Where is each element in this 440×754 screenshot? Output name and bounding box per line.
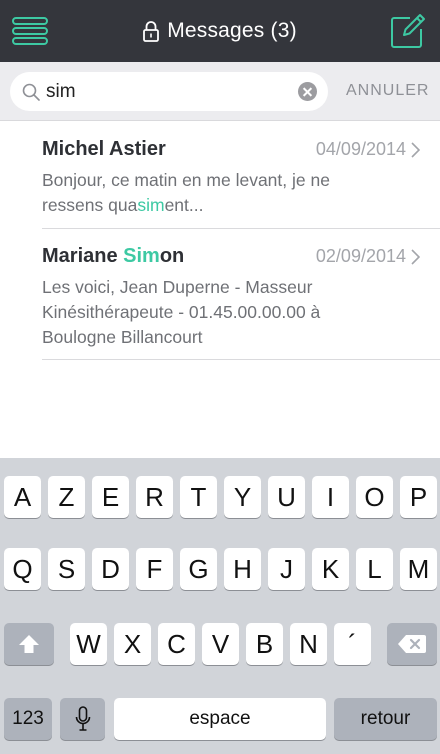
key-c[interactable]: C (158, 623, 195, 665)
key-k[interactable]: K (312, 548, 349, 590)
key-i[interactable]: I (312, 476, 349, 518)
message-item[interactable]: Michel Astier 04/09/2014 Bonjour, ce mat… (42, 122, 440, 229)
key-s[interactable]: S (48, 548, 85, 590)
search-match: Sim (123, 245, 160, 267)
key-r[interactable]: R (136, 476, 173, 518)
key-d[interactable]: D (92, 548, 129, 590)
key-p[interactable]: P (400, 476, 437, 518)
numbers-key[interactable]: 123 (4, 698, 52, 740)
clear-icon[interactable] (298, 82, 317, 101)
search-field[interactable] (10, 72, 328, 111)
key-l[interactable]: L (356, 548, 393, 590)
search-match: sim (137, 195, 165, 215)
backspace-key[interactable] (387, 623, 437, 665)
page-title: Messages (3) (167, 19, 297, 42)
microphone-icon (75, 706, 90, 731)
message-list: Michel Astier 04/09/2014 Bonjour, ce mat… (0, 122, 440, 360)
key-x[interactable]: X (114, 623, 151, 665)
lock-icon (143, 21, 160, 42)
key-g[interactable]: G (180, 548, 217, 590)
key-m[interactable]: M (400, 548, 437, 590)
hamburger-menu-icon[interactable] (12, 16, 48, 46)
key-e[interactable]: E (92, 476, 129, 518)
shift-key[interactable] (4, 623, 54, 665)
key-u[interactable]: U (268, 476, 305, 518)
key-v[interactable]: V (202, 623, 239, 665)
message-date: 04/09/2014 (315, 139, 406, 159)
chevron-right-icon (411, 249, 420, 265)
space-key[interactable]: espace (114, 698, 326, 740)
key-z[interactable]: Z (48, 476, 85, 518)
key-b[interactable]: B (246, 623, 283, 665)
key-acute-accent[interactable]: ´ (334, 623, 371, 665)
backspace-icon (398, 635, 426, 653)
cancel-button[interactable]: ANNULER (346, 82, 429, 100)
key-f[interactable]: F (136, 548, 173, 590)
search-input[interactable] (46, 76, 296, 107)
key-t[interactable]: T (180, 476, 217, 518)
chevron-right-icon (411, 142, 420, 158)
nav-bar: Messages (3) (0, 0, 440, 62)
key-n[interactable]: N (290, 623, 327, 665)
key-y[interactable]: Y (224, 476, 261, 518)
message-date: 02/09/2014 (315, 246, 406, 266)
key-j[interactable]: J (268, 548, 305, 590)
key-q[interactable]: Q (4, 548, 41, 590)
keyboard: A Z E R T Y U I O P Q S D F G H J K L M … (0, 458, 440, 754)
key-a[interactable]: A (4, 476, 41, 518)
shift-icon (19, 635, 39, 653)
message-preview: Bonjour, ce matin en me levant, je ne re… (42, 170, 330, 215)
key-o[interactable]: O (356, 476, 393, 518)
message-sender: Mariane Simon (42, 245, 185, 267)
compose-icon[interactable] (390, 13, 426, 49)
message-item[interactable]: Mariane Simon 02/09/2014 Les voici, Jean… (42, 229, 440, 360)
message-preview: Les voici, Jean Duperne - Masseur Kinési… (42, 277, 321, 347)
search-bar: ANNULER (0, 62, 440, 121)
key-h[interactable]: H (224, 548, 261, 590)
return-key[interactable]: retour (334, 698, 437, 740)
message-sender: Michel Astier (42, 138, 166, 160)
key-w[interactable]: W (70, 623, 107, 665)
dictation-key[interactable] (60, 698, 105, 740)
search-icon (22, 83, 40, 101)
